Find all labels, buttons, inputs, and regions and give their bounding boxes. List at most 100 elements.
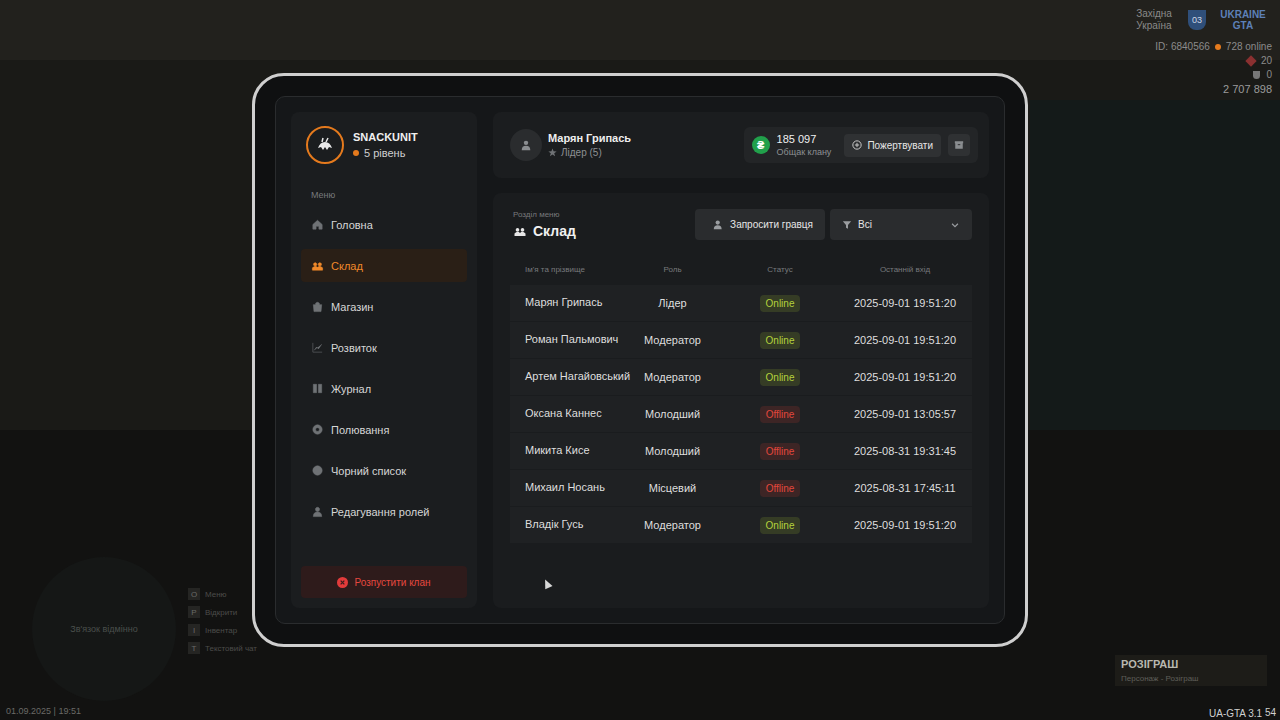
members-table: Ім'я та прізвищеРольСтатусОстанній вхід … [510,256,972,543]
key-hint: IІнвентар [188,624,257,636]
datetime: 01.09.2025 | 19:51 [6,706,81,716]
sidebar-item[interactable]: Чорний список [301,454,467,487]
giveaway-widget[interactable]: РОЗІГРАШ Персонаж - Розіграш [1115,655,1267,686]
member-name: Артем Нагайовський [525,371,635,383]
sidebar-item[interactable]: Журнал [301,372,467,405]
key-hints: OМеню PВідкрити IІнвентар TТекстовий чат [188,588,257,654]
member-name: Владік Гусь [525,519,635,531]
table-row[interactable]: Артем Нагайовський Модератор Online 2025… [510,359,972,395]
treasury-box: ₴ 185 097 Общак клану Пожертвувати [744,127,978,163]
column-header: Останній вхід [850,265,960,274]
star-icon [548,148,557,157]
section-title: Склад [513,223,576,239]
column-header: Ім'я та прізвище [525,265,635,274]
sidebar-item[interactable]: Склад [301,249,467,282]
key-hint: TТекстовий чат [188,642,257,654]
sidebar: SNACKUNIT 5 рівень Меню Головна Склад Ма… [291,112,477,608]
menu-item-icon [311,464,324,477]
key-hint: PВідкрити [188,606,257,618]
menu-item-icon [311,218,324,231]
money-value: 2 707 898 [1223,83,1272,95]
member-role: Модератор [635,519,710,531]
member-name: Марян Грипась [525,297,635,309]
clan-level: 5 рівень [353,147,418,159]
plus-circle-icon [852,140,862,150]
member-last-login: 2025-08-31 19:31:45 [850,445,960,457]
minimap-status: Зв'язок відмінно [69,624,139,634]
section-caption: Розділ меню [513,210,576,219]
sidebar-item[interactable]: Розвиток [301,331,467,364]
header-card: Марян Грипась Лідер (5) ₴ 185 097 Общак … [493,112,989,178]
member-name: Михаил Носань [525,482,635,494]
close-circle-icon [337,577,348,588]
table-row[interactable]: Марян Грипась Лідер Online 2025-09-01 19… [510,285,972,321]
sidebar-item[interactable]: Магазин [301,290,467,323]
status-badge: Online [760,517,801,534]
sidebar-item[interactable]: Головна [301,208,467,241]
member-role: Місцевий [635,482,710,494]
user-rank: Лідер (5) [548,147,631,158]
member-role: Модератор [635,334,710,346]
table-row[interactable]: Владік Гусь Модератор Online 2025-09-01 … [510,507,972,543]
player-id: ID: 6840566 [1155,41,1210,52]
content-card: Розділ меню Склад Запросити гравця Всі І… [493,193,989,608]
minimap: Зв'язок відмінно [32,557,176,701]
filter-icon [842,220,852,230]
status-badge: Online [760,332,801,349]
member-role: Лідер [635,297,710,309]
avatar-icon [510,129,542,161]
member-last-login: 2025-08-31 17:45:11 [850,482,960,494]
filter-dropdown[interactable]: Всі [830,209,972,240]
fps-counter: 54 [1265,707,1276,718]
invite-button[interactable]: Запросити гравця [695,209,825,240]
server-logo: UKRAINE GTA [1214,9,1272,31]
main-area: Марян Грипась Лідер (5) ₴ 185 097 Общак … [493,112,989,608]
member-last-login: 2025-09-01 19:51:20 [850,334,960,346]
sidebar-item[interactable]: Редагування ролей [301,495,467,528]
menu-label: Меню [311,190,467,200]
member-last-login: 2025-09-01 13:05:57 [850,408,960,420]
clan-logo-icon [306,126,344,164]
table-row[interactable]: Михаил Носань Місцевий Offline 2025-08-3… [510,470,972,506]
member-name: Микита Кисе [525,445,635,457]
table-row[interactable]: Оксана Каннес Молодший Offline 2025-09-0… [510,396,972,432]
treasury-amount: 185 097 [777,133,832,145]
clan-name: SNACKUNIT [353,131,418,143]
column-header: Роль [635,265,710,274]
status-badge: Offline [760,443,801,460]
treasury-label: Общак клану [777,147,832,157]
menu-item-icon [311,423,324,436]
region-badge: 03 [1188,10,1206,30]
region-label: Західна Україна [1128,8,1180,32]
health-icon [1245,55,1256,66]
status-badge: Offline [760,406,801,423]
member-last-login: 2025-09-01 19:51:20 [850,371,960,383]
gift-button[interactable] [948,134,970,156]
sidebar-item[interactable]: Полювання [301,413,467,446]
armor-icon [1253,71,1260,79]
status-badge: Offline [760,480,801,497]
health-value: 20 [1261,55,1272,66]
version-label: UA-GTA 3.1 [1209,708,1262,719]
table-row[interactable]: Роман Пальмович Модератор Online 2025-09… [510,322,972,358]
status-badge: Online [760,295,801,312]
table-row[interactable]: Микита Кисе Молодший Offline 2025-08-31 … [510,433,972,469]
menu-item-icon [311,505,324,518]
user-add-icon [713,219,724,230]
table-header: Ім'я та прізвищеРольСтатусОстанній вхід [510,256,972,282]
member-name: Роман Пальмович [525,334,635,346]
member-role: Модератор [635,371,710,383]
member-name: Оксана Каннес [525,408,635,420]
menu-item-icon [311,341,324,354]
member-role: Молодший [635,445,710,457]
menu-item-icon [311,300,324,313]
donate-button[interactable]: Пожертвувати [844,134,941,157]
coin-icon: ₴ [752,136,770,154]
member-last-login: 2025-09-01 19:51:20 [850,297,960,309]
online-count: 728 online [1226,41,1272,52]
key-hint: OМеню [188,588,257,600]
chevron-down-icon [950,220,960,230]
member-role: Молодший [635,408,710,420]
box-icon [954,140,964,150]
disband-button[interactable]: Розпустити клан [301,566,467,598]
